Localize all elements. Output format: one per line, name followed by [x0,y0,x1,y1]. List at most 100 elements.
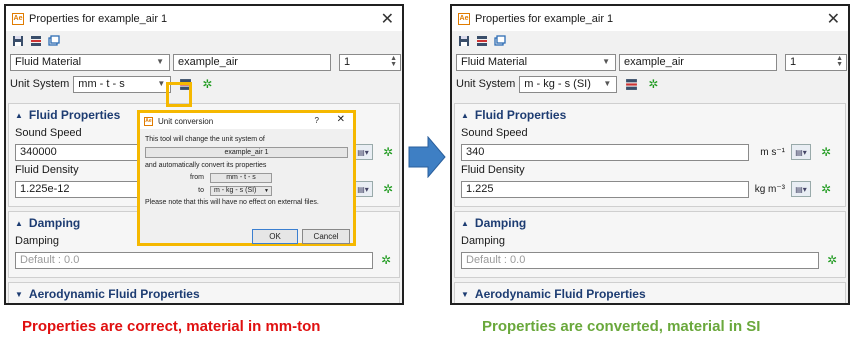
fluid-properties-section: ▲ Fluid Properties Sound Speed 340 m s⁻¹… [454,103,846,207]
app-icon: Ae [12,12,24,25]
toolbar [6,31,402,51]
calculator-icon[interactable]: ▤▾ [791,144,811,160]
fluid-density-value: 1.225e-12 [20,183,70,195]
material-name-value: example_air [178,56,238,68]
convert-units-icon[interactable] [476,35,488,47]
chevron-down-icon: ▼ [264,187,269,194]
windows-icon[interactable] [494,35,506,47]
chevron-down-icon: ▼ [602,56,610,66]
collapse-icon: ▲ [15,110,23,120]
fluid-density-value: 1.225 [466,183,494,195]
material-type-value: Fluid Material [461,56,528,68]
expand-icon: ▼ [15,289,23,299]
unit-system-select[interactable]: mm - t - s ▼ [73,75,172,93]
unit-conversion-icon[interactable] [625,78,638,91]
damping-field[interactable]: Default : 0.0 [461,251,819,269]
dialog-titlebar: Ae Properties for example_air 1 ✕ [452,6,848,31]
damping-field[interactable]: Default : 0.0 [15,251,373,269]
refresh-icon[interactable]: ✲ [827,253,837,267]
material-type-select[interactable]: Fluid Material ▼ [456,53,616,71]
material-row: Fluid Material ▼ example_air 1 ▲ ▼ [6,51,402,73]
save-icon[interactable] [458,35,470,47]
collapse-icon: ▲ [461,218,469,228]
refresh-icon[interactable]: ✲ [648,77,658,91]
material-id-value: 1 [790,56,797,68]
material-name-field[interactable]: example_air [173,53,331,71]
damping-header[interactable]: ▲ Damping [455,212,845,234]
arrow-right-icon [408,136,446,178]
spin-arrows-icon[interactable]: ▲ ▼ [390,55,397,68]
sound-speed-field[interactable]: 340 [461,143,749,161]
material-name-value: example_air [624,56,684,68]
close-icon[interactable]: ✕ [337,114,345,125]
refresh-icon[interactable]: ✲ [821,182,831,196]
sound-speed-value: 340 [466,146,485,158]
damping-label: Damping [461,235,506,247]
aero-header[interactable]: ▼ Aerodynamic Fluid Properties [455,283,845,303]
refresh-icon[interactable]: ✲ [381,253,391,267]
unit-conversion-dialog: Ae Unit conversion ? ✕ This tool will ch… [137,110,356,246]
damping-title: Damping [28,216,81,230]
aero-header[interactable]: ▼ Aerodynamic Fluid Properties [9,283,399,303]
refresh-icon[interactable]: ✲ [383,182,393,196]
close-icon[interactable]: ✕ [827,9,840,29]
to-unit-value: m - kg - s (SI) [214,186,257,194]
help-icon[interactable]: ? [315,116,319,125]
material-id-spinner[interactable]: 1 ▲ ▼ [785,53,847,71]
fluid-properties-title: Fluid Properties [28,108,121,122]
caption-after: Properties are converted, material in SI [482,318,761,335]
calculator-icon[interactable]: ▤▾ [353,144,373,160]
damping-placeholder: Default : 0.0 [20,254,80,266]
properties-dialog-before: Ae Properties for example_air 1 ✕ Fluid … [4,4,404,305]
chevron-down-icon: ▼ [157,78,166,88]
fluid-properties-title: Fluid Properties [474,108,567,122]
fluid-density-field[interactable]: 1.225 [461,180,749,198]
material-type-value: Fluid Material [15,56,82,68]
windows-icon[interactable] [48,35,60,47]
to-unit-select[interactable]: m - kg - s (SI) ▼ [210,185,272,196]
popup-note: Please note that this will have no effec… [145,199,319,206]
calculator-icon[interactable]: ▤▾ [791,181,811,197]
convert-units-icon[interactable] [30,35,42,47]
popup-material: example_air 1 [145,147,348,158]
fluid-density-label: Fluid Density [461,164,525,176]
sound-speed-label: Sound Speed [461,127,528,139]
close-icon[interactable]: ✕ [381,9,394,29]
material-id-value: 1 [344,56,351,68]
material-type-select[interactable]: Fluid Material ▼ [10,53,170,71]
chevron-down-icon: ▼ [156,56,164,66]
ok-button[interactable]: OK [252,229,298,244]
damping-section: ▲ Damping Damping Default : 0.0 ✲ [454,211,846,278]
aero-title: Aerodynamic Fluid Properties [28,287,200,301]
dialog-title: Properties for example_air 1 [475,12,614,25]
chevron-down-icon: ▼ [603,78,612,88]
material-name-field[interactable]: example_air [619,53,777,71]
calculator-icon[interactable]: ▤▾ [353,181,373,197]
collapse-icon: ▲ [15,218,23,228]
refresh-icon[interactable]: ✲ [383,145,393,159]
unit-system-row: Unit System mm - t - s ▼ ✲ [6,73,402,95]
spin-arrows-icon[interactable]: ▲ ▼ [836,55,843,68]
cancel-button[interactable]: Cancel [302,229,350,244]
to-label: to [198,187,204,194]
refresh-icon[interactable]: ✲ [202,77,212,91]
unit-system-select[interactable]: m - kg - s (SI) ▼ [519,75,618,93]
fluid-properties-header[interactable]: ▲ Fluid Properties [455,104,845,126]
unit-system-value: m - kg - s (SI) [524,78,591,90]
fluid-density-unit: kg m⁻³ [754,183,785,195]
highlight-unit-conversion [166,82,192,107]
sound-speed-value: 340000 [20,146,57,158]
dialog-titlebar: Ae Properties for example_air 1 ✕ [6,6,402,31]
expand-icon: ▼ [461,289,469,299]
unit-system-label: Unit System [456,78,516,90]
properties-dialog-after: Ae Properties for example_air 1 ✕ Fluid … [450,4,850,305]
aero-title: Aerodynamic Fluid Properties [474,287,646,301]
damping-title: Damping [474,216,527,230]
collapse-icon: ▲ [461,110,469,120]
save-icon[interactable] [12,35,24,47]
unit-system-row: Unit System m - kg - s (SI) ▼ ✲ [452,73,848,95]
refresh-icon[interactable]: ✲ [821,145,831,159]
popup-titlebar: Ae Unit conversion ? ✕ [140,113,353,129]
popup-title: Unit conversion [158,116,214,126]
material-id-spinner[interactable]: 1 ▲ ▼ [339,53,401,71]
